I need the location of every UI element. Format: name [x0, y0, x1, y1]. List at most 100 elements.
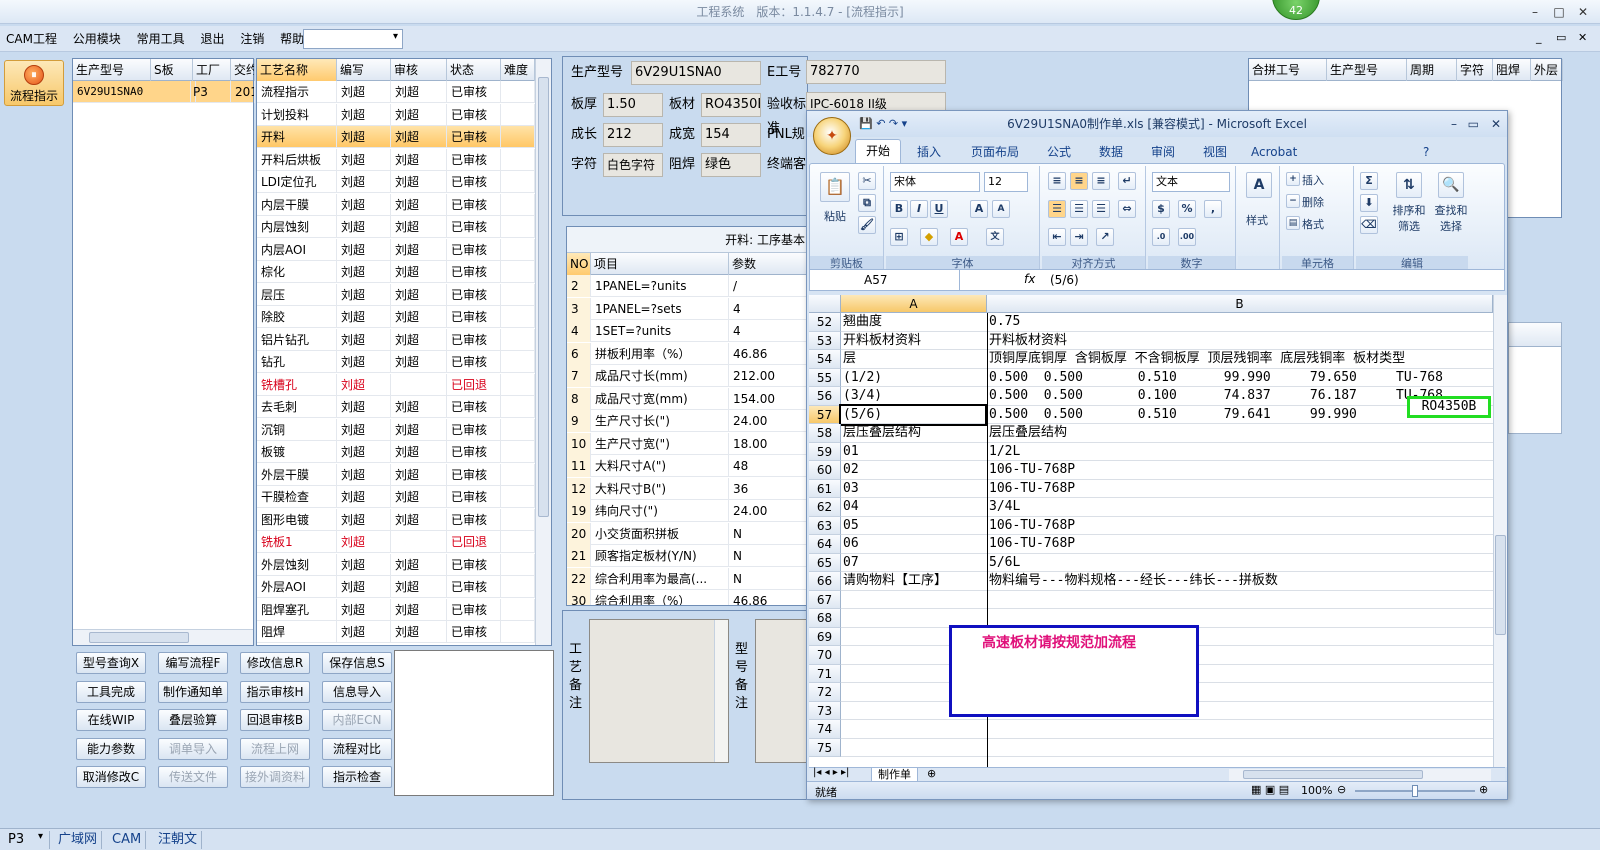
table-row[interactable]: 外层干膜 刘超 刘超 已审核 — [257, 463, 535, 486]
table-row[interactable]: 铣槽孔 刘超 已回退 — [257, 373, 535, 396]
table-row[interactable]: 钻孔 刘超 刘超 已审核 — [257, 351, 535, 373]
percent-icon[interactable]: % — [1178, 200, 1196, 218]
action-button[interactable]: 传送文件 — [158, 766, 228, 788]
cell-a[interactable]: 06 — [843, 535, 859, 553]
cell-a[interactable]: (5/6) — [839, 403, 987, 426]
zoom-slider-thumb[interactable] — [1412, 785, 1418, 797]
cell-a[interactable]: 开料板材资料 — [843, 332, 921, 350]
tab-view[interactable]: 视图 — [1199, 141, 1231, 163]
excel-vscroll-thumb[interactable] — [1495, 535, 1506, 635]
info-memo[interactable] — [394, 650, 554, 796]
cut-icon[interactable]: ✂ — [858, 172, 876, 190]
process-vscroll[interactable] — [535, 59, 551, 645]
col-factory[interactable]: 工厂 — [193, 59, 231, 81]
row-header[interactable]: 60 — [809, 461, 841, 480]
table-row[interactable]: 20 小交货面积拼板 N — [567, 522, 809, 545]
font-color-icon[interactable]: A — [950, 228, 968, 246]
table-row[interactable]: 9 生产尺寸长(") 24.00 — [567, 410, 809, 432]
table-row[interactable]: 去毛刺 刘超 刘超 已审核 — [257, 396, 535, 418]
action-button[interactable]: 调单导入 — [158, 737, 228, 760]
row-header[interactable]: 65 — [809, 553, 841, 572]
action-button[interactable]: 型号查询X — [76, 652, 146, 674]
find-label[interactable]: 查找和选择 — [1430, 202, 1472, 234]
maximize-button[interactable]: □ — [1548, 3, 1570, 21]
tab-page-layout[interactable]: 页面布局 — [967, 141, 1023, 163]
menu-common-module[interactable]: 公用模块 — [67, 26, 127, 52]
row-header[interactable]: 68 — [809, 609, 841, 628]
underline-icon[interactable]: U — [930, 200, 948, 218]
vscroll-thumb[interactable] — [538, 77, 549, 517]
table-row[interactable]: 6 拼板利用率（%） 46.86 — [567, 342, 809, 365]
close-button[interactable]: ✕ — [1572, 3, 1594, 21]
cell-b[interactable]: 0.75 — [989, 313, 1020, 331]
table-row[interactable]: 阻焊塞孔 刘超 刘超 已审核 — [257, 598, 535, 621]
cell-a[interactable]: 03 — [843, 480, 859, 498]
table-row[interactable]: 2 1PANEL=?units / — [567, 275, 809, 297]
row-header[interactable]: 70 — [809, 646, 841, 665]
sheet-tab[interactable]: 制作单 — [871, 767, 918, 782]
name-box[interactable]: A57 — [810, 270, 960, 290]
cell-b[interactable]: 5/6L — [989, 554, 1020, 572]
sheet-row[interactable]: 07 5/6L — [841, 554, 1493, 572]
row-header[interactable]: 66 — [809, 572, 841, 591]
cell-b[interactable]: 106-TU-768P — [989, 461, 1075, 479]
mdi-minimize[interactable]: _ — [1536, 31, 1542, 44]
col-reviewer[interactable]: 审核 — [391, 59, 447, 81]
field-width[interactable]: 154 — [701, 123, 761, 147]
sheet-row[interactable] — [841, 720, 1493, 739]
action-button[interactable]: 指示检查 — [322, 766, 392, 788]
table-row[interactable]: 外层蚀刻 刘超 刘超 已审核 — [257, 553, 535, 576]
field-e-no[interactable]: 782770 — [806, 60, 946, 84]
row-header[interactable]: 75 — [809, 738, 841, 757]
action-button[interactable]: 接外调资料 — [240, 766, 310, 788]
align-center-icon[interactable]: ☰ — [1070, 200, 1088, 218]
sheet-row[interactable]: (5/6) 0.500 0.500 0.510 79.641 99.990 — [839, 403, 1493, 426]
sheet-row[interactable]: 层 顶铜厚底铜厚 含铜板厚 不含铜板厚 顶层残铜率 底层残铜率 板材类型 — [841, 350, 1493, 369]
field-char[interactable]: 白色字符 — [603, 153, 663, 177]
minimize-button[interactable]: – — [1524, 3, 1546, 21]
col-writer[interactable]: 编写 — [337, 59, 391, 81]
menu-tools[interactable]: 常用工具 — [131, 26, 191, 52]
sheet-row[interactable]: (1/2) 0.500 0.500 0.510 99.990 79.650 TU-… — [841, 369, 1493, 387]
increase-decimal-icon[interactable]: .0 — [1152, 228, 1170, 246]
col-item[interactable]: 项目 — [591, 253, 729, 275]
tab-data[interactable]: 数据 — [1095, 141, 1127, 163]
table-row[interactable]: 层压 刘超 刘超 已审核 — [257, 283, 535, 306]
table-row[interactable]: 除胶 刘超 刘超 已审核 — [257, 306, 535, 328]
col-char[interactable]: 字符 — [1457, 59, 1493, 81]
excel-hscroll[interactable] — [1229, 769, 1491, 781]
cell-b[interactable]: 0.500 0.500 0.510 99.990 79.650 TU-768 — [989, 369, 1443, 387]
sheet-row[interactable]: 05 106-TU-768P — [841, 517, 1493, 535]
col-header-a[interactable]: A — [841, 295, 987, 313]
table-row[interactable]: 铣板1 刘超 已回退 — [257, 531, 535, 553]
table-row[interactable]: 开料 刘超 刘超 已审核 — [257, 126, 535, 148]
cell-b[interactable]: 层压叠层结构 — [989, 424, 1067, 442]
excel-close[interactable]: ✕ — [1491, 111, 1501, 137]
shrink-font-icon[interactable]: A — [992, 200, 1010, 218]
orientation-icon[interactable]: ↗ — [1096, 228, 1114, 246]
table-row[interactable]: 干膜检查 刘超 刘超 已审核 — [257, 486, 535, 508]
table-row[interactable]: 计划投料 刘超 刘超 已审核 — [257, 103, 535, 126]
table-row[interactable]: 内层AOI 刘超 刘超 已审核 — [257, 238, 535, 261]
fill-color-icon[interactable]: ◆ — [920, 228, 938, 246]
tab-formulas[interactable]: 公式 — [1043, 141, 1075, 163]
table-row[interactable]: 阻焊 刘超 刘超 已审核 — [257, 621, 535, 643]
excel-vscroll[interactable] — [1493, 295, 1507, 767]
cell-a[interactable]: 07 — [843, 554, 859, 572]
col-merge-no[interactable]: 合拼工号 — [1249, 59, 1327, 81]
field-prod-model[interactable]: 6V29U1SNA0 — [631, 61, 761, 85]
field-length[interactable]: 212 — [603, 123, 663, 147]
table-row[interactable]: 10 生产尺寸宽(") 18.00 — [567, 432, 809, 455]
cell-a[interactable]: (1/2) — [843, 369, 882, 387]
font-size-box[interactable]: 12 — [984, 172, 1028, 192]
format-label[interactable]: 格式 — [1302, 216, 1324, 232]
quick-access-toolbar[interactable]: 💾 ↶ ↷ ▾ — [859, 111, 907, 137]
row-header[interactable]: 71 — [809, 664, 841, 683]
tab-review[interactable]: 审阅 — [1147, 141, 1179, 163]
row-header[interactable]: 54 — [809, 350, 841, 369]
row-header[interactable]: 62 — [809, 498, 841, 517]
table-row[interactable]: 图形电镀 刘超 刘超 已审核 — [257, 508, 535, 531]
bold-icon[interactable]: B — [890, 200, 908, 218]
menu-cam[interactable]: CAM工程 — [0, 26, 63, 52]
row-header[interactable]: 64 — [809, 535, 841, 554]
